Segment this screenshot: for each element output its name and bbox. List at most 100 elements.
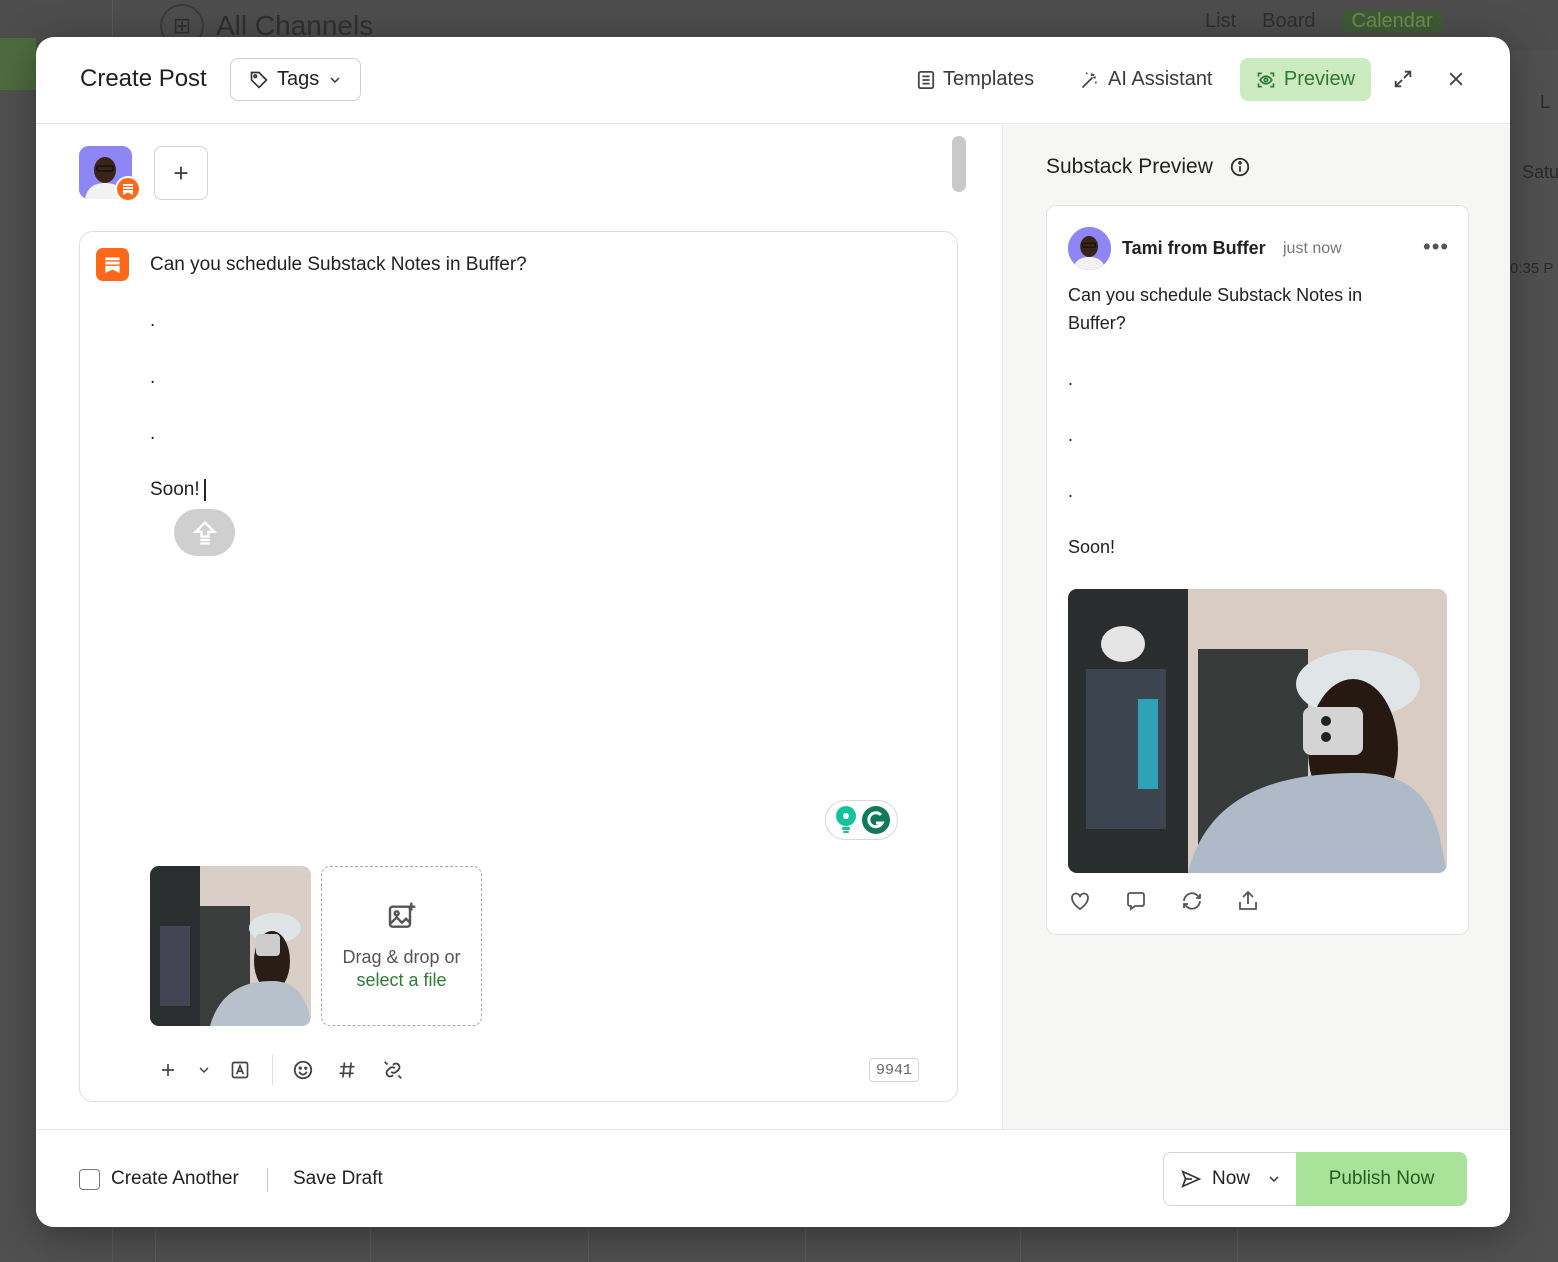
create-another-label[interactable]: Create Another bbox=[111, 1168, 239, 1190]
post-text-line-last[interactable]: Soon! bbox=[150, 479, 206, 501]
text-format-button[interactable] bbox=[222, 1052, 258, 1088]
templates-label: Templates bbox=[943, 68, 1035, 90]
attached-image-thumbnail[interactable] bbox=[150, 866, 311, 1026]
magic-wand-icon bbox=[1081, 72, 1097, 88]
publish-now-button[interactable]: Publish Now bbox=[1296, 1152, 1467, 1206]
send-icon bbox=[1181, 1170, 1202, 1188]
upload-icon bbox=[192, 520, 217, 545]
footer-divider bbox=[267, 1168, 268, 1192]
comment-icon[interactable] bbox=[1124, 889, 1148, 913]
close-button[interactable] bbox=[1442, 65, 1470, 93]
info-icon[interactable] bbox=[1229, 156, 1251, 178]
templates-icon bbox=[917, 70, 935, 89]
add-channel-button[interactable]: + bbox=[154, 146, 208, 200]
post-text-line[interactable]: . bbox=[150, 310, 155, 332]
preview-text-line: Soon! bbox=[1068, 537, 1116, 557]
create-another-checkbox[interactable] bbox=[79, 1169, 100, 1190]
modal-footer: Create Another Save Draft Now Publish No… bbox=[36, 1129, 1510, 1227]
emoji-button[interactable] bbox=[285, 1052, 321, 1088]
like-icon[interactable] bbox=[1068, 889, 1092, 913]
dropzone-text: Drag & drop or bbox=[342, 947, 461, 967]
more-dropdown-button[interactable] bbox=[186, 1052, 222, 1088]
link-icon bbox=[384, 1061, 402, 1079]
selected-channel-avatar[interactable] bbox=[79, 146, 141, 202]
close-icon bbox=[1449, 72, 1463, 86]
scrollbar[interactable] bbox=[952, 136, 966, 192]
media-dropzone[interactable]: Drag & drop or select a file bbox=[321, 866, 482, 1026]
tag-icon bbox=[250, 71, 268, 89]
grammarly-widget[interactable] bbox=[825, 800, 898, 840]
expand-icon bbox=[1394, 70, 1412, 88]
preview-label: Preview bbox=[1283, 68, 1356, 90]
preview-text-line bbox=[1068, 393, 1418, 421]
preview-title: Substack Preview bbox=[1046, 155, 1251, 179]
plus-icon bbox=[162, 1064, 174, 1076]
background-fragment: L bbox=[1540, 92, 1551, 112]
hashtag-button[interactable] bbox=[329, 1052, 365, 1088]
author-name: Tami from Buffer bbox=[1122, 238, 1266, 258]
more-options-icon[interactable]: ••• bbox=[1423, 234, 1449, 260]
substack-icon bbox=[96, 248, 129, 281]
preview-text-line: . bbox=[1068, 481, 1074, 501]
text-format-icon bbox=[231, 1061, 249, 1079]
background-view-switcher: List Board Calendar bbox=[1205, 10, 1443, 33]
composer-pane: + Can you schedule Substack Notes in Buf… bbox=[36, 125, 1001, 1129]
select-file-link[interactable]: select a file bbox=[356, 969, 446, 992]
chevron-down-icon bbox=[199, 1067, 209, 1074]
background-fragment: Satu bbox=[1522, 162, 1558, 182]
post-text-line[interactable]: . bbox=[150, 367, 155, 389]
substack-note-preview: Tami from Buffer just now ••• Can you sc… bbox=[1046, 205, 1469, 935]
add-button[interactable] bbox=[150, 1052, 186, 1088]
tags-button[interactable]: Tags bbox=[230, 58, 361, 101]
create-post-modal: Create Post Tags Templates AI Assistant … bbox=[36, 37, 1510, 1227]
preview-text-line bbox=[1068, 337, 1418, 365]
post-text-line[interactable]: . bbox=[150, 423, 155, 445]
background-view-list: List bbox=[1205, 10, 1237, 32]
ai-assistant-label: AI Assistant bbox=[1108, 68, 1213, 90]
post-text-line: Soon! bbox=[150, 479, 200, 501]
preview-text-line: . bbox=[1068, 369, 1074, 389]
preview-text-line: Can you schedule Substack Notes in Buffe… bbox=[1068, 285, 1363, 333]
avatar bbox=[1068, 227, 1111, 270]
emoji-icon bbox=[293, 1060, 313, 1080]
schedule-dropdown[interactable]: Now bbox=[1163, 1152, 1297, 1206]
post-timestamp: just now bbox=[1283, 240, 1342, 257]
chevron-down-icon bbox=[330, 76, 340, 83]
templates-button[interactable]: Templates bbox=[917, 58, 1034, 101]
preview-text-line bbox=[1068, 449, 1418, 477]
chevron-down-icon bbox=[1269, 1176, 1279, 1183]
hashtag-icon bbox=[339, 1062, 355, 1078]
preview-pane: Substack Preview Tami from Buffer just n… bbox=[1002, 125, 1510, 1129]
text-caret bbox=[203, 479, 206, 501]
post-editor[interactable]: Can you schedule Substack Notes in Buffe… bbox=[79, 231, 958, 1102]
preview-title-text: Substack Preview bbox=[1046, 155, 1213, 178]
eye-scan-icon bbox=[1257, 72, 1275, 87]
restack-icon[interactable] bbox=[1180, 889, 1204, 913]
preview-text-line: . bbox=[1068, 425, 1074, 445]
tags-label: Tags bbox=[277, 68, 320, 90]
toolbar-divider bbox=[272, 1055, 273, 1085]
background-fragment: 0:35 P bbox=[1510, 260, 1554, 277]
save-draft-button[interactable]: Save Draft bbox=[293, 1168, 383, 1190]
upload-bubble-button[interactable] bbox=[174, 509, 235, 556]
modal-title: Create Post bbox=[80, 65, 207, 92]
grammarly-icon bbox=[861, 806, 890, 834]
editor-toolbar bbox=[150, 1052, 411, 1088]
modal-header: Create Post Tags Templates AI Assistant … bbox=[36, 37, 1510, 124]
post-text-line[interactable]: Can you schedule Substack Notes in Buffe… bbox=[150, 254, 527, 276]
preview-body: Can you schedule Substack Notes in Buffe… bbox=[1068, 281, 1418, 561]
expand-button[interactable] bbox=[1389, 65, 1417, 93]
ai-assistant-button[interactable]: AI Assistant bbox=[1080, 58, 1213, 101]
preview-text-line bbox=[1068, 505, 1418, 533]
background-accent bbox=[0, 38, 36, 90]
add-image-icon bbox=[388, 902, 415, 928]
link-shortener-button[interactable] bbox=[375, 1052, 411, 1088]
preview-actions bbox=[1068, 889, 1260, 913]
background-view-calendar: Calendar bbox=[1341, 10, 1443, 33]
preview-image bbox=[1068, 589, 1447, 873]
preview-button[interactable]: Preview bbox=[1240, 58, 1371, 101]
background-view-board: Board bbox=[1262, 10, 1316, 32]
character-counter: 9941 bbox=[868, 1058, 919, 1082]
substack-badge-icon bbox=[115, 176, 141, 202]
share-icon[interactable] bbox=[1236, 889, 1260, 913]
